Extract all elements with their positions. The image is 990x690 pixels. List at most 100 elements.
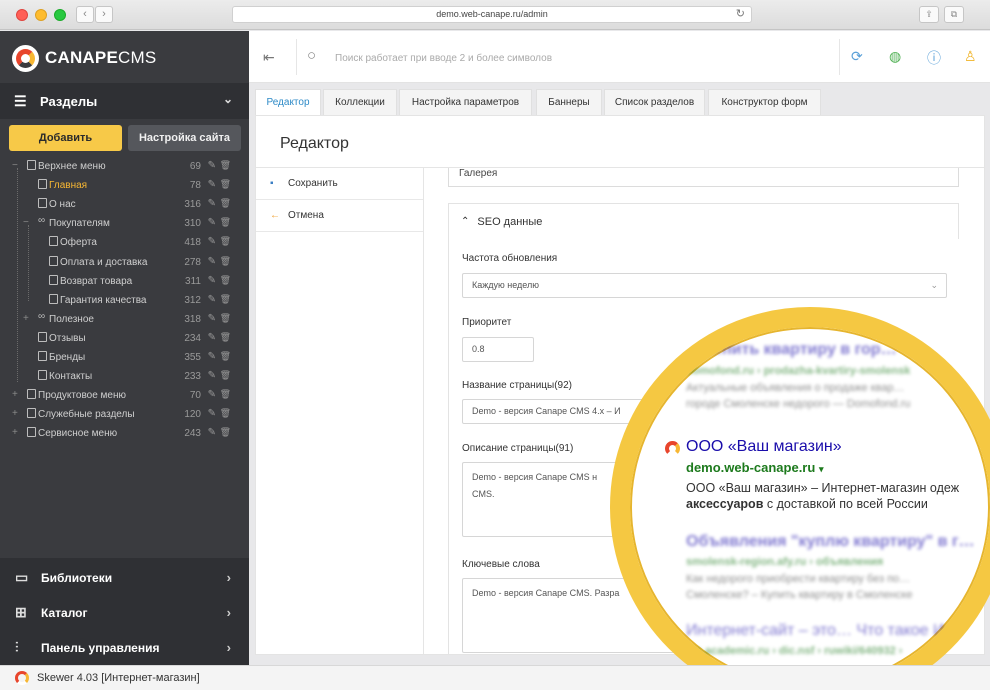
tree-item[interactable]: − Верхнее меню 69 ✎ 🗑 [0,158,249,177]
tab-form-builder[interactable]: Конструктор форм [708,89,821,115]
edit-icon[interactable]: ✎ [208,294,216,305]
tree-item-count: 311 [185,275,201,287]
delete-icon[interactable]: 🗑 [220,294,231,305]
edit-icon[interactable]: ✎ [208,179,216,190]
window-minimize-button[interactable] [35,9,47,21]
window-zoom-button[interactable] [54,9,66,21]
menu-control-panel[interactable]: ⫶ Панель управления › [0,630,249,665]
tab-collections[interactable]: Коллекции [323,89,397,115]
edit-icon[interactable]: ✎ [208,217,216,228]
menu-catalog[interactable]: ⊞ Каталог › [0,595,249,630]
expand-icon[interactable]: + [12,427,20,438]
edit-icon[interactable]: ✎ [208,198,216,209]
delete-icon[interactable]: 🗑 [220,160,231,171]
save-button[interactable]: ▪ Сохранить [256,168,423,200]
tree-item[interactable]: Главная 78 ✎ 🗑 [0,177,249,196]
tree-item[interactable]: + Продуктовое меню 70 ✎ 🗑 [0,387,249,406]
edit-icon[interactable]: ✎ [208,389,216,400]
save-label: Сохранить [288,178,338,189]
gallery-field[interactable]: Галерея [448,168,959,187]
serp-result-title[interactable]: ООО «Ваш магазин» [686,438,842,456]
chevron-up-icon: ⌃ [461,216,470,227]
edit-icon[interactable]: ✎ [208,427,216,438]
forward-button[interactable]: › [95,6,113,23]
window-close-button[interactable] [16,9,28,21]
page-icon [38,370,47,381]
delete-icon[interactable]: 🗑 [220,389,231,400]
collapse-icon[interactable]: − [23,217,31,228]
edit-icon[interactable]: ✎ [208,236,216,247]
tabs-overview-icon[interactable]: ⧉ [944,6,964,23]
globe-icon[interactable]: ◍ [889,48,901,65]
grid-icon: ⊞ [15,604,27,620]
tree-item[interactable]: Бренды 355 ✎ 🗑 [0,349,249,368]
delete-icon[interactable]: 🗑 [220,217,231,228]
tree-item[interactable]: Оферта 418 ✎ 🗑 [0,234,249,253]
update-frequency-select[interactable]: Каждую неделю ⌄ [462,273,947,298]
edit-icon[interactable]: ✎ [208,408,216,419]
tree-item[interactable]: О нас 316 ✎ 🗑 [0,196,249,215]
tree-item[interactable]: Контакты 233 ✎ 🗑 [0,368,249,387]
delete-icon[interactable]: 🗑 [220,351,231,362]
logo[interactable]: CANAPECMS [12,43,156,73]
refresh-icon[interactable]: ⟳ [851,48,863,65]
site-settings-button[interactable]: Настройка сайта [128,125,241,151]
cancel-button[interactable]: ← Отмена [256,200,423,232]
delete-icon[interactable]: 🗑 [220,332,231,343]
expand-icon[interactable]: + [12,408,20,419]
page-icon [38,179,47,190]
delete-icon[interactable]: 🗑 [220,427,231,438]
tab-section-list[interactable]: Список разделов [604,89,705,115]
share-icon[interactable]: ⇪ [919,6,939,23]
tree-item-count: 318 [184,313,201,325]
tree-item[interactable]: Оплата и доставка 278 ✎ 🗑 [0,254,249,273]
delete-icon[interactable]: 🗑 [220,256,231,267]
back-button[interactable]: ‹ [76,6,94,23]
tree-item[interactable]: Отзывы 234 ✎ 🗑 [0,330,249,349]
add-button[interactable]: Добавить [9,125,122,151]
sections-header[interactable]: ☰ Разделы ⌄ [0,83,249,119]
seo-section-header[interactable]: ⌃ SEO данные [448,203,959,239]
delete-icon[interactable]: 🗑 [220,198,231,209]
delete-icon[interactable]: 🗑 [220,236,231,247]
menu-collapse-icon[interactable]: ⇤ [263,49,275,66]
tree-item[interactable]: + Служебные разделы 120 ✎ 🗑 [0,406,249,425]
help-icon[interactable]: ⓘ [927,48,941,68]
tree-item[interactable]: Гарантия качества 312 ✎ 🗑 [0,292,249,311]
tab-parameters[interactable]: Настройка параметров [399,89,532,115]
tab-editor[interactable]: Редактор [255,89,321,115]
delete-icon[interactable]: 🗑 [220,313,231,324]
search-preview-magnifier: …пить квартиру в гор… domofond.ru › prod… [610,307,990,690]
tree-item[interactable]: − ∞ Покупателям 310 ✎ 🗑 [0,215,249,234]
delete-icon[interactable]: 🗑 [220,179,231,190]
edit-icon[interactable]: ✎ [208,313,216,324]
user-icon[interactable]: ♙ [964,48,977,65]
tree-item[interactable]: Возврат товара 311 ✎ 🗑 [0,273,249,292]
serp-blur-desc: Смоленске? – Купить квартиру в Смоленске [686,589,913,601]
expand-icon[interactable]: + [12,389,20,400]
page-icon [49,236,58,247]
tree-item[interactable]: + Сервисное меню 243 ✎ 🗑 [0,425,249,444]
address-bar[interactable]: demo.web-canape.ru/admin ↻ [232,6,752,23]
tree-item[interactable]: + ∞ Полезное 318 ✎ 🗑 [0,311,249,330]
expand-icon[interactable]: + [23,313,31,324]
priority-input[interactable]: 0.8 [462,337,534,362]
search-input[interactable] [335,48,755,68]
page-icon [38,331,47,342]
edit-icon[interactable]: ✎ [208,332,216,343]
menu-libraries[interactable]: ▭ Библиотеки › [0,560,249,595]
tree-item-label: Продуктовое меню [38,390,127,402]
edit-icon[interactable]: ✎ [208,256,216,267]
top-toolbar: ⇤ ○ ⟳ ◍ ⓘ ♙ [249,31,990,83]
edit-icon[interactable]: ✎ [208,370,216,381]
canape-favicon-icon [665,441,680,456]
delete-icon[interactable]: 🗑 [220,370,231,381]
edit-icon[interactable]: ✎ [208,160,216,171]
tab-banners[interactable]: Баннеры [536,89,602,115]
delete-icon[interactable]: 🗑 [220,275,231,286]
delete-icon[interactable]: 🗑 [220,408,231,419]
collapse-icon[interactable]: − [12,160,20,171]
edit-icon[interactable]: ✎ [208,275,216,286]
reload-icon[interactable]: ↻ [736,7,745,22]
edit-icon[interactable]: ✎ [208,351,216,362]
